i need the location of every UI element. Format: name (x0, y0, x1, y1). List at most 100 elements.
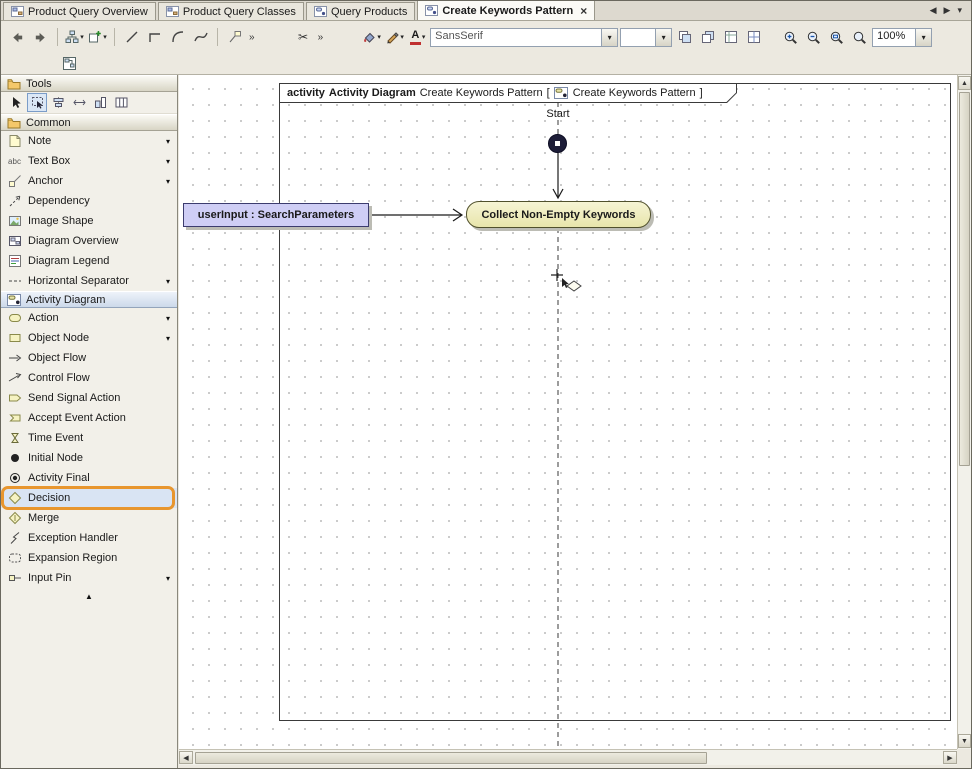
previous-tab-icon[interactable]: ◀ (930, 5, 937, 16)
containment-tree-button[interactable]: ▾ (64, 27, 85, 48)
activity-frame[interactable] (279, 83, 951, 721)
dropdown-chevron-icon[interactable]: ▾ (80, 33, 84, 41)
tab-product-query-classes[interactable]: Product Query Classes (158, 2, 304, 20)
palette-item-dependency[interactable]: Dependency (1, 191, 177, 211)
palette-item-expansion-region[interactable]: Expansion Region (1, 548, 177, 568)
scroll-right-button[interactable]: ▶ (943, 751, 957, 764)
font-family-combo[interactable]: SansSerif ▾ (430, 28, 618, 47)
toolbar-overflow-icon[interactable]: » (316, 32, 326, 43)
palette-item-merge[interactable]: Merge (1, 508, 177, 528)
dropdown-chevron-icon[interactable]: ▾ (163, 137, 173, 146)
combo-arrow-icon[interactable]: ▾ (601, 29, 617, 46)
align-tool-button-2[interactable] (697, 27, 718, 48)
add-element-button[interactable]: ▾ (87, 27, 108, 48)
pointer-tool-button[interactable] (6, 93, 26, 112)
tab-create-keywords-pattern[interactable]: Create Keywords Pattern × (417, 0, 595, 20)
zoom-out-button[interactable] (803, 27, 824, 48)
palette-item-note[interactable]: Note ▾ (1, 131, 177, 151)
close-tab-icon[interactable]: × (580, 5, 587, 17)
palette-item-object-node[interactable]: Object Node ▾ (1, 328, 177, 348)
tab-list-icon[interactable]: ▾ (957, 5, 962, 16)
palette-item-control-flow[interactable]: Control Flow (1, 368, 177, 388)
dropdown-chevron-icon[interactable]: ▾ (422, 33, 426, 41)
nav-back-button[interactable] (7, 27, 28, 48)
horizontal-scrollbar[interactable]: ◀ ▶ (179, 749, 957, 765)
section-header-activity-diagram[interactable]: Activity Diagram (1, 291, 177, 308)
dropdown-chevron-icon[interactable]: ▾ (163, 314, 173, 323)
section-header-tools[interactable]: Tools (1, 75, 177, 92)
align-tool-button-4[interactable] (743, 27, 764, 48)
tab-query-products[interactable]: Query Products (306, 2, 415, 20)
palette-item-diagram-legend[interactable]: Diagram Legend (1, 251, 177, 271)
zoom-selection-button[interactable] (849, 27, 870, 48)
cut-button[interactable]: ✂ (293, 27, 314, 48)
toolbar-overflow-icon[interactable]: » (247, 32, 257, 43)
zoom-fit-button[interactable] (826, 27, 847, 48)
action-node-collect-keywords[interactable]: Collect Non-Empty Keywords (466, 201, 651, 228)
font-size-combo[interactable]: ▾ (620, 28, 672, 47)
section-header-common[interactable]: Common (1, 114, 177, 131)
palette-item-diagram-overview[interactable]: Diagram Overview (1, 231, 177, 251)
palette-scroll-up-button[interactable]: ▲ (1, 588, 177, 604)
curved-path-button[interactable] (167, 27, 188, 48)
palette-item-initial-node[interactable]: Initial Node (1, 448, 177, 468)
palette-item-anchor[interactable]: Anchor ▾ (1, 171, 177, 191)
pen-color-button[interactable]: ▾ (384, 27, 405, 48)
dropdown-chevron-icon[interactable]: ▾ (163, 277, 173, 286)
dropdown-chevron-icon[interactable]: ▾ (400, 33, 404, 41)
rectilinear-path-button[interactable] (144, 27, 165, 48)
activity-final-icon (7, 471, 22, 485)
marquee-select-tool-button[interactable] (27, 93, 47, 112)
horizontal-scroll-thumb[interactable] (195, 752, 707, 764)
start-node-label[interactable]: Start (531, 108, 585, 120)
palette-item-action[interactable]: Action ▾ (1, 308, 177, 328)
nav-forward-button[interactable] (30, 27, 51, 48)
diagram-canvas[interactable]: activity Activity Diagram Create Keyword… (179, 75, 971, 765)
dropdown-chevron-icon[interactable]: ▾ (163, 177, 173, 186)
swimlane-tool-button[interactable] (111, 93, 131, 112)
object-node-user-input[interactable]: userInput : SearchParameters (183, 203, 369, 227)
palette-item-image-shape[interactable]: Image Shape (1, 211, 177, 231)
note-anchor-button[interactable] (224, 27, 245, 48)
palette-item-activity-final[interactable]: Activity Final (1, 468, 177, 488)
palette-item-accept-event-action[interactable]: Accept Event Action (1, 408, 177, 428)
dropdown-chevron-icon[interactable]: ▾ (163, 574, 173, 583)
distribute-tool-button[interactable] (69, 93, 89, 112)
dropdown-chevron-icon[interactable]: ▾ (103, 33, 107, 41)
activity-frame-header[interactable]: activity Activity Diagram Create Keyword… (279, 83, 737, 103)
palette-item-object-flow[interactable]: Object Flow (1, 348, 177, 368)
font-color-button[interactable]: A ▾ (407, 27, 428, 48)
fill-color-button[interactable]: ▾ (361, 27, 382, 48)
diagram-properties-button[interactable] (59, 53, 80, 74)
palette-item-time-event[interactable]: Time Event (1, 428, 177, 448)
scroll-up-button[interactable]: ▲ (958, 76, 971, 90)
initial-node[interactable] (548, 134, 567, 153)
dropdown-chevron-icon[interactable]: ▾ (377, 33, 381, 41)
tab-product-query-overview[interactable]: Product Query Overview (3, 2, 156, 20)
dropdown-chevron-icon[interactable]: ▾ (163, 334, 173, 343)
vertical-scrollbar[interactable]: ▲ ▼ (957, 75, 971, 749)
align-tool-button-1[interactable] (674, 27, 695, 48)
palette-item-label: Send Signal Action (28, 392, 173, 404)
zoom-in-button[interactable] (780, 27, 801, 48)
oblique-path-button[interactable] (121, 27, 142, 48)
dropdown-chevron-icon[interactable]: ▾ (163, 157, 173, 166)
palette-item-text-box[interactable]: abc Text Box ▾ (1, 151, 177, 171)
zoom-level-combo[interactable]: 100% ▾ (872, 28, 932, 47)
scroll-down-button[interactable]: ▼ (958, 734, 971, 748)
spline-path-button[interactable] (190, 27, 211, 48)
resize-tool-button[interactable] (90, 93, 110, 112)
palette-item-input-pin[interactable]: Input Pin ▾ (1, 568, 177, 588)
palette-item-send-signal-action[interactable]: Send Signal Action (1, 388, 177, 408)
next-tab-icon[interactable]: ▶ (944, 5, 951, 16)
palette-item-decision[interactable]: Decision (1, 488, 177, 508)
scroll-left-button[interactable]: ◀ (179, 751, 193, 764)
combo-arrow-icon[interactable]: ▾ (915, 29, 931, 46)
vertical-scroll-thumb[interactable] (959, 92, 970, 466)
palette-item-exception-handler[interactable]: Exception Handler (1, 528, 177, 548)
combo-arrow-icon[interactable]: ▾ (655, 29, 671, 46)
align-vertical-tool-button[interactable] (48, 93, 68, 112)
align-tool-button-3[interactable] (720, 27, 741, 48)
palette-item-horizontal-separator[interactable]: Horizontal Separator ▾ (1, 271, 177, 291)
diagram-tab-bar: Product Query Overview Product Query Cla… (1, 1, 971, 21)
